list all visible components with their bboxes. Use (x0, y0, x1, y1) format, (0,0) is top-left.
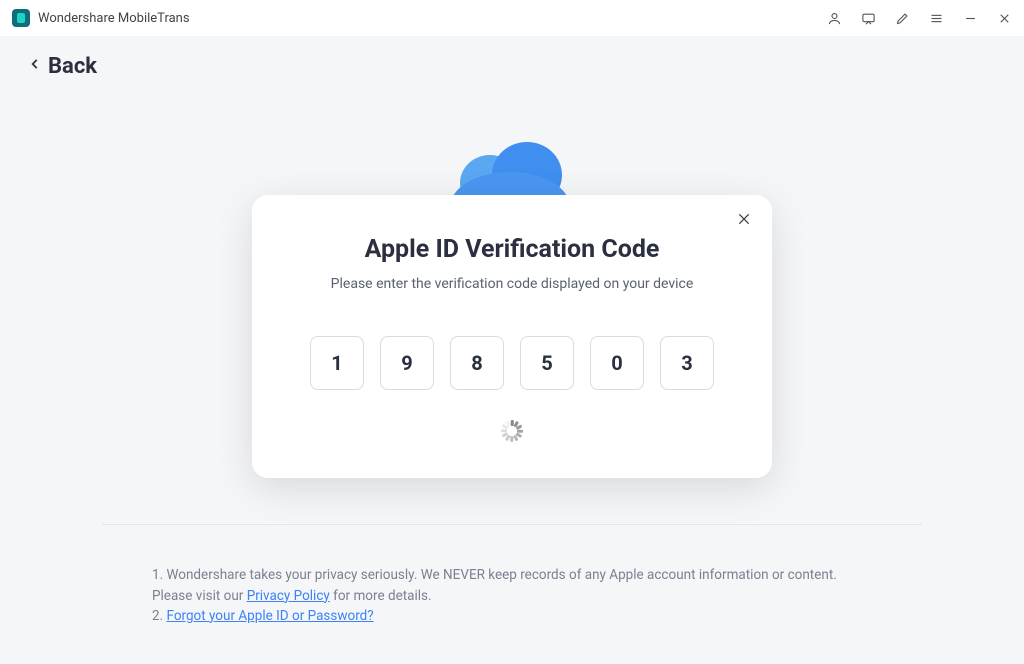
footer-section: 1. Wondershare takes your privacy seriou… (102, 524, 922, 626)
divider (102, 524, 922, 525)
menu-icon[interactable] (928, 10, 944, 26)
minimize-icon[interactable] (962, 10, 978, 26)
app-title: Wondershare MobileTrans (38, 11, 190, 26)
code-digit-2[interactable]: 9 (380, 336, 434, 390)
code-digit-5[interactable]: 0 (590, 336, 644, 390)
close-icon[interactable] (736, 211, 754, 229)
titlebar-left: Wondershare MobileTrans (12, 9, 190, 27)
code-digit-3[interactable]: 8 (450, 336, 504, 390)
code-digit-4[interactable]: 5 (520, 336, 574, 390)
modal-title: Apple ID Verification Code (288, 235, 736, 264)
titlebar-right (826, 10, 1012, 26)
code-digit-6[interactable]: 3 (660, 336, 714, 390)
titlebar: Wondershare MobileTrans (0, 0, 1024, 36)
close-window-icon[interactable] (996, 10, 1012, 26)
footer-line2-prefix: 2. (152, 608, 167, 624)
code-digit-1[interactable]: 1 (310, 336, 364, 390)
code-input-row: 1 9 8 5 0 3 (288, 336, 736, 390)
edit-icon[interactable] (894, 10, 910, 26)
forgot-password-link[interactable]: Forgot your Apple ID or Password? (167, 608, 374, 624)
user-icon[interactable] (826, 10, 842, 26)
footer-text: 1. Wondershare takes your privacy seriou… (102, 565, 922, 626)
verification-modal: Apple ID Verification Code Please enter … (252, 195, 772, 478)
modal-subtitle: Please enter the verification code displ… (288, 276, 736, 292)
feedback-icon[interactable] (860, 10, 876, 26)
loading-spinner-icon (501, 420, 523, 442)
content-area: Apple ID Verification Code Please enter … (0, 60, 1024, 664)
privacy-policy-link[interactable]: Privacy Policy (247, 588, 330, 604)
app-icon (12, 9, 30, 27)
footer-line1-suffix: for more details. (330, 588, 432, 604)
